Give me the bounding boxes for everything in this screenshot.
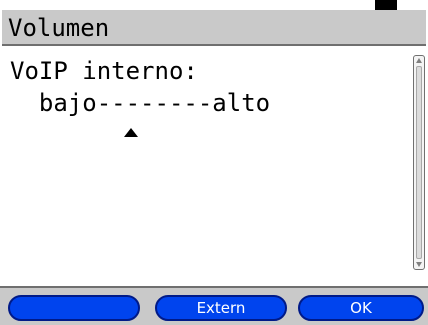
title-bar: Volumen: [2, 10, 426, 46]
scroll-down-arrow-icon[interactable]: [416, 262, 422, 267]
softkey-left[interactable]: [8, 295, 140, 321]
screen-title: Volumen: [8, 14, 110, 42]
device-screen: Volumen VoIP interno: bajo--------alto E…: [0, 0, 428, 325]
vertical-scrollbar[interactable]: [413, 55, 425, 270]
volume-pointer-icon[interactable]: [124, 128, 138, 137]
softkey-bar: Extern OK: [0, 286, 428, 325]
content-area: VoIP interno: bajo--------alto: [0, 46, 428, 286]
scroll-thumb[interactable]: [416, 66, 422, 259]
ok-button[interactable]: OK: [298, 295, 424, 321]
scroll-up-arrow-icon[interactable]: [416, 58, 422, 63]
volume-label: VoIP interno:: [10, 57, 198, 85]
extern-button[interactable]: Extern: [155, 295, 287, 321]
volume-scale[interactable]: bajo--------alto: [10, 89, 270, 117]
